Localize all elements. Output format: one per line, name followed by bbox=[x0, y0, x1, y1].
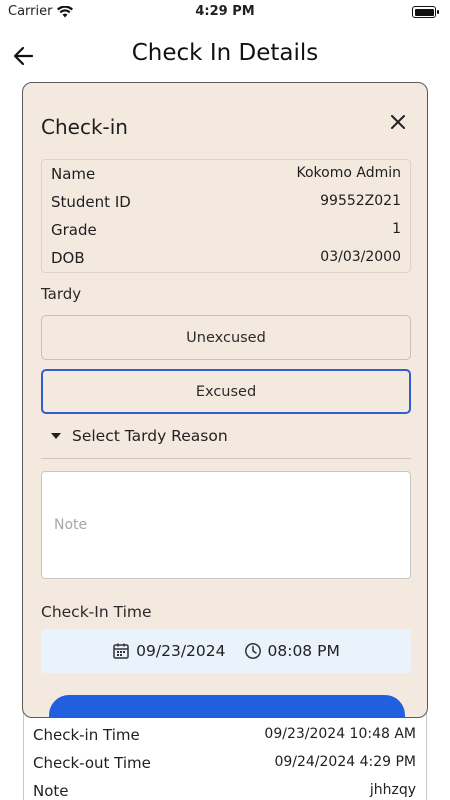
note-input[interactable] bbox=[42, 472, 410, 578]
time-picker[interactable]: 08:08 PM bbox=[244, 642, 340, 660]
app-bar: Check In Details bbox=[0, 30, 450, 80]
detail-value: 09/23/2024 10:48 AM bbox=[264, 726, 416, 742]
detail-value: jhhzqy bbox=[369, 782, 416, 798]
detail-value: 09/24/2024 4:29 PM bbox=[274, 754, 416, 770]
info-value: 03/03/2000 bbox=[320, 249, 401, 265]
page-title: Check In Details bbox=[131, 40, 319, 66]
detail-row-checkin: Check-in Time 09/23/2024 10:48 AM bbox=[24, 722, 426, 750]
info-label: DOB bbox=[51, 249, 85, 267]
student-info-box: Name Kokomo Admin Student ID 99552Z021 G… bbox=[41, 159, 411, 273]
detail-row-note: Note jhhzqy bbox=[24, 778, 426, 800]
unexcused-label: Unexcused bbox=[186, 329, 266, 346]
status-bar: Carrier 4:29 PM bbox=[0, 0, 450, 26]
clock-icon bbox=[244, 643, 261, 659]
note-field[interactable] bbox=[41, 471, 411, 579]
info-label: Student ID bbox=[51, 193, 131, 211]
detail-label: Check-in Time bbox=[33, 726, 140, 744]
details-list: Check-in Time 09/23/2024 10:48 AM Check-… bbox=[24, 722, 426, 800]
detail-label: Note bbox=[33, 782, 69, 800]
info-row-name: Name Kokomo Admin bbox=[42, 160, 410, 188]
caret-down-icon bbox=[51, 433, 61, 439]
calendar-icon bbox=[113, 643, 129, 659]
info-row-student-id: Student ID 99552Z021 bbox=[42, 188, 410, 216]
detail-label: Check-out Time bbox=[33, 754, 151, 772]
checkin-date-value: 09/23/2024 bbox=[136, 642, 226, 660]
info-value: Kokomo Admin bbox=[296, 165, 402, 181]
checkin-time-picker: 09/23/2024 08:08 PM bbox=[41, 629, 411, 673]
tardy-reason-dropdown[interactable]: Select Tardy Reason bbox=[41, 421, 411, 459]
submit-button[interactable] bbox=[49, 695, 405, 717]
tardy-reason-label: Select Tardy Reason bbox=[72, 427, 228, 445]
unexcused-button[interactable]: Unexcused bbox=[41, 315, 411, 360]
info-row-dob: DOB 03/03/2000 bbox=[42, 244, 410, 272]
status-time: 4:29 PM bbox=[195, 4, 255, 19]
tardy-label: Tardy bbox=[41, 285, 82, 303]
info-label: Grade bbox=[51, 221, 97, 239]
dialog-title: Check-in bbox=[41, 115, 128, 139]
info-value: 1 bbox=[392, 221, 401, 237]
date-picker[interactable]: 09/23/2024 bbox=[112, 642, 226, 660]
info-label: Name bbox=[51, 165, 96, 183]
detail-row-checkout: Check-out Time 09/24/2024 4:29 PM bbox=[24, 750, 426, 778]
close-button[interactable] bbox=[385, 109, 411, 135]
info-row-grade: Grade 1 bbox=[42, 216, 410, 244]
excused-label: Excused bbox=[195, 383, 257, 400]
checkin-time-label: Check-In Time bbox=[41, 603, 152, 621]
battery-icon bbox=[412, 6, 439, 18]
checkin-dialog: Check-in Name Kokomo Admin Student ID 99… bbox=[22, 82, 428, 718]
checkin-time-value: 08:08 PM bbox=[267, 642, 340, 660]
info-value: 99552Z021 bbox=[320, 193, 401, 209]
excused-button[interactable]: Excused bbox=[41, 369, 411, 414]
close-icon bbox=[391, 115, 405, 129]
